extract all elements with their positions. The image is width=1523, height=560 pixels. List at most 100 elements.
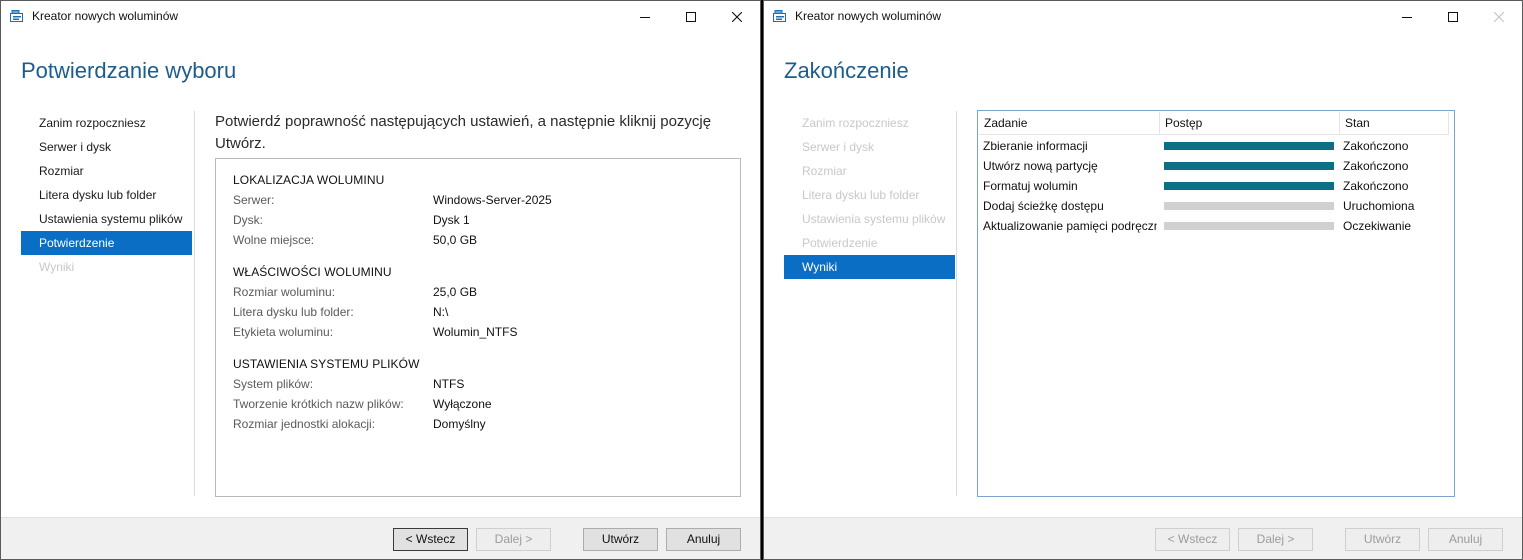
summary-value: Windows-Server-2025: [433, 193, 552, 207]
progress-bar-fill: [1164, 182, 1334, 190]
window-title: Kreator nowych woluminów: [32, 9, 179, 23]
settings-summary: LOKALIZACJA WOLUMINU Serwer: Windows-Ser…: [215, 158, 741, 497]
close-icon: [732, 11, 742, 22]
instructions-text: Potwierdź poprawność następujących ustaw…: [215, 113, 712, 152]
table-row[interactable]: Dodaj ścieżkę dostępu Uruchomiona: [979, 196, 1449, 216]
task-status: Uruchomiona: [1343, 199, 1415, 213]
summary-label: Wolne miejsce:: [233, 233, 315, 247]
minimize-icon: [1402, 16, 1412, 18]
back-button[interactable]: < Wstecz: [393, 528, 468, 551]
nav-divider: [194, 111, 195, 496]
table-row[interactable]: Utwórz nową partycję Zakończono: [979, 156, 1449, 176]
close-button: [1476, 1, 1522, 32]
summary-value: 25,0 GB: [433, 285, 478, 299]
next-button: Dalej >: [476, 528, 551, 551]
task-status: Oczekiwanie: [1343, 219, 1412, 233]
title-bar[interactable]: Kreator nowych woluminów: [764, 1, 1522, 32]
nav-item-server-and-disk: Serwer i dysk: [802, 140, 875, 154]
progress-bar: [1164, 202, 1334, 210]
close-icon: [1494, 11, 1504, 22]
minimize-button[interactable]: [1384, 1, 1430, 32]
column-header-progress[interactable]: Postęp: [1160, 112, 1340, 135]
nav-item-file-system-settings: Ustawienia systemu plików: [802, 212, 946, 226]
results-table-header: Zadanie Postęp Stan: [979, 112, 1449, 135]
nav-item-before-you-begin[interactable]: Zanim rozpoczniesz: [21, 111, 192, 135]
wizard-footer: < Wstecz Dalej > Utwórz Anuluj: [764, 517, 1522, 559]
task-name: Aktualizowanie pamięci podręcznej: [983, 219, 1157, 233]
nav-item-drive-letter[interactable]: Litera dysku lub folder: [21, 183, 192, 207]
title-bar[interactable]: Kreator nowych woluminów: [1, 1, 760, 32]
summary-label: Rozmiar jednostki alokacji:: [233, 417, 376, 431]
wizard-window-confirmation: Kreator nowych woluminów Potwierdzanie w…: [0, 0, 761, 560]
minimize-button[interactable]: [622, 1, 668, 32]
progress-bar: [1164, 142, 1334, 150]
progress-bar-fill: [1164, 162, 1334, 170]
nav-item-size: Rozmiar: [802, 164, 847, 178]
section-heading: LOKALIZACJA WOLUMINU: [233, 173, 385, 187]
cancel-button[interactable]: Anuluj: [666, 528, 741, 551]
summary-value: Dysk 1: [433, 213, 470, 227]
summary-label: Serwer:: [233, 193, 275, 207]
column-header-task[interactable]: Zadanie: [979, 112, 1160, 135]
maximize-button[interactable]: [1430, 1, 1476, 32]
cancel-button: Anuluj: [1428, 528, 1503, 551]
section-heading: WŁAŚCIWOŚCI WOLUMINU: [233, 265, 392, 279]
wizard-step-nav: Zanim rozpoczniesz Serwer i dysk Rozmiar…: [21, 111, 192, 279]
task-name: Utwórz nową partycję: [983, 159, 1098, 173]
nav-item-before-you-begin: Zanim rozpoczniesz: [802, 116, 909, 130]
progress-bar: [1164, 162, 1334, 170]
nav-item-file-system-settings[interactable]: Ustawienia systemu plików: [21, 207, 192, 231]
back-button: < Wstecz: [1155, 528, 1230, 551]
summary-label: Litera dysku lub folder:: [233, 305, 354, 319]
summary-value: Domyślny: [433, 417, 486, 431]
create-button[interactable]: Utwórz: [583, 528, 658, 551]
wizard-step-nav: Zanim rozpoczniesz Serwer i dysk Rozmiar…: [784, 111, 955, 279]
nav-item-drive-letter: Litera dysku lub folder: [802, 188, 920, 202]
task-name: Dodaj ścieżkę dostępu: [983, 199, 1104, 213]
table-row[interactable]: Aktualizowanie pamięci podręcznej Oczekiw…: [979, 216, 1449, 236]
volume-wizard-icon: [773, 10, 786, 22]
summary-value: NTFS: [433, 377, 465, 391]
summary-value: Wolumin_NTFS: [433, 325, 518, 339]
window-title: Kreator nowych woluminów: [795, 9, 942, 23]
summary-value: N:\: [433, 305, 449, 319]
page-title: Potwierdzanie wyboru: [21, 58, 237, 83]
nav-item-confirmation[interactable]: Potwierdzenie: [21, 231, 192, 255]
section-heading: USTAWIENIA SYSTEMU PLIKÓW: [233, 357, 420, 371]
task-status: Zakończono: [1343, 159, 1409, 173]
nav-item-confirmation: Potwierdzenie: [802, 236, 878, 250]
page-title: Zakończenie: [784, 58, 909, 83]
table-row[interactable]: Zbieranie informacji Zakończono: [979, 136, 1449, 156]
table-row[interactable]: Formatuj wolumin Zakończono: [979, 176, 1449, 196]
maximize-icon: [686, 11, 696, 22]
nav-divider: [956, 111, 957, 496]
close-button[interactable]: [714, 1, 760, 32]
summary-value: Wyłączone: [433, 397, 492, 411]
nav-item-size[interactable]: Rozmiar: [21, 159, 192, 183]
next-button: Dalej >: [1238, 528, 1313, 551]
results-table[interactable]: Zadanie Postęp Stan Zbieranie informacji…: [977, 110, 1455, 497]
summary-label: Dysk:: [233, 213, 263, 227]
nav-item-results: Wyniki: [39, 260, 75, 274]
summary-label: Rozmiar woluminu:: [233, 285, 336, 299]
summary-label: Tworzenie krótkich nazw plików:: [233, 397, 404, 411]
maximize-icon: [1448, 11, 1458, 22]
task-name: Formatuj wolumin: [983, 179, 1078, 193]
nav-item-results[interactable]: Wyniki: [784, 255, 955, 279]
task-name: Zbieranie informacji: [983, 139, 1088, 153]
progress-bar-fill: [1164, 142, 1334, 150]
column-header-status[interactable]: Stan: [1340, 112, 1449, 135]
create-button: Utwórz: [1345, 528, 1420, 551]
nav-item-server-and-disk[interactable]: Serwer i dysk: [21, 135, 192, 159]
minimize-icon: [640, 16, 650, 18]
summary-label: System plików:: [233, 377, 314, 391]
progress-bar: [1164, 182, 1334, 190]
wizard-window-completion: Kreator nowych woluminów Zakończenie Zan…: [763, 0, 1523, 560]
wizard-footer: < Wstecz Dalej > Utwórz Anuluj: [1, 517, 760, 559]
task-status: Zakończono: [1343, 179, 1409, 193]
volume-wizard-icon: [10, 10, 23, 22]
task-status: Zakończono: [1343, 139, 1409, 153]
summary-label: Etykieta woluminu:: [233, 325, 334, 339]
maximize-button[interactable]: [668, 1, 714, 32]
progress-bar: [1164, 222, 1334, 230]
